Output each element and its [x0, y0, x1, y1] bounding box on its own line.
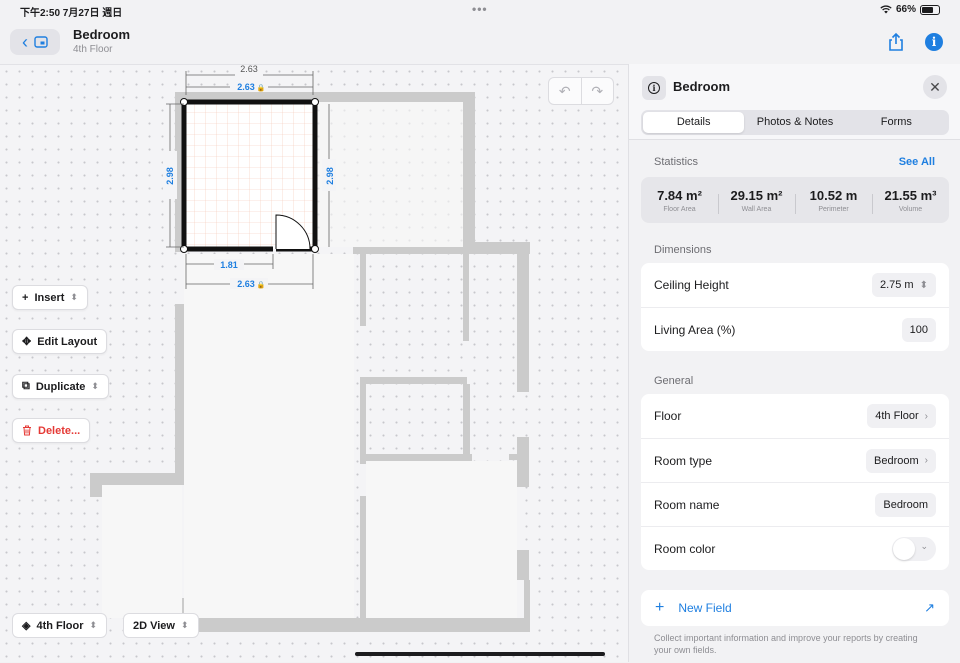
room-name-field[interactable]: Bedroom	[875, 492, 936, 517]
chevron-down-icon: ⌄	[920, 540, 928, 551]
floor-selector[interactable]: ◈ 4th Floor ⬍	[12, 613, 108, 638]
battery-icon	[920, 4, 940, 15]
trash-icon	[23, 425, 31, 436]
living-area-row[interactable]: Living Area (%) 100	[641, 307, 949, 351]
chevron-updown-icon: ⬍	[70, 292, 78, 302]
delete-label: Delete...	[38, 424, 81, 437]
ceiling-height-row[interactable]: Ceiling Height 2.75 m ⬍	[641, 263, 949, 307]
sidebar-toggle-icon	[34, 36, 48, 48]
room-color-row[interactable]: Room color ⌄	[641, 526, 949, 570]
statistics-heading: Statistics	[654, 156, 699, 168]
multitask-dots[interactable]: •••	[472, 2, 488, 16]
living-area-label: Living Area (%)	[654, 322, 736, 337]
dim-right[interactable]: 2.98	[325, 167, 335, 185]
page-subtitle: 4th Floor	[73, 44, 113, 55]
room-color-picker[interactable]: ⌄	[892, 536, 936, 561]
battery-percent: 66%	[895, 4, 916, 15]
room-type-picker[interactable]: Bedroom ›	[866, 448, 936, 473]
floor-label: Floor	[654, 409, 682, 423]
undo-redo-group: ↶ ↷	[548, 77, 614, 105]
ceiling-height-label: Ceiling Height	[654, 278, 729, 292]
tab-details[interactable]: Details	[643, 112, 745, 133]
status-time: 下午2:50 7月27日 週日	[20, 8, 123, 19]
share-icon[interactable]	[886, 32, 906, 52]
view-mode-selector[interactable]: 2D View ⬍	[123, 613, 199, 638]
panel-title: Bedroom	[673, 79, 731, 94]
navigation-bar: ‹ Bedroom 4th Floor i	[0, 20, 960, 64]
move-icon: ✥	[22, 336, 32, 348]
room-name-row[interactable]: Room name Bedroom	[641, 482, 949, 526]
plus-icon: +	[655, 599, 665, 616]
dim-left[interactable]: 2.98	[165, 167, 175, 185]
page-title: Bedroom	[73, 27, 131, 42]
insert-label: Insert	[34, 291, 65, 304]
room-details-panel: i Bedroom ✕ Details Photos & Notes Forms…	[628, 64, 960, 662]
see-all-link[interactable]: See All	[899, 156, 935, 168]
info-icon[interactable]: i	[925, 33, 943, 51]
general-heading: General	[654, 375, 694, 387]
general-card: Floor 4th Floor › Room type Bedroom › Room…	[641, 394, 949, 570]
floor-picker[interactable]: 4th Floor ›	[867, 404, 936, 428]
new-field-label: New Field	[678, 601, 732, 615]
panel-tabs: Details Photos & Notes Forms	[641, 110, 949, 135]
close-icon[interactable]: ✕	[923, 75, 947, 99]
stat-perimeter: 10.52 m Perimeter	[795, 188, 872, 214]
wifi-icon	[880, 5, 892, 14]
lock-icon: 🔒	[257, 84, 266, 92]
chevron-right-icon: ›	[924, 455, 928, 466]
chevron-right-icon: ›	[924, 410, 928, 422]
floor-plan-canvas[interactable]: 2.63 2.63 🔒 2.98 2.98 1.81 2.63 🔒 ↶ ↷ + …	[0, 64, 628, 662]
statistics-card: 7.84 m² Floor Area 29.15 m² Wall Area 10.5…	[641, 177, 949, 223]
selected-room[interactable]	[180, 98, 319, 253]
tab-forms[interactable]: Forms	[846, 112, 947, 133]
ceiling-height-stepper[interactable]: 2.75 m ⬍	[871, 273, 936, 297]
room-type-row[interactable]: Room type Bedroom ›	[641, 438, 949, 482]
lock-icon: 🔒	[257, 281, 266, 289]
arrow-up-right-icon: ↗	[924, 600, 935, 615]
chevron-left-icon: ‹	[22, 31, 28, 52]
dim-top-outer: 2.63	[240, 65, 258, 74]
dimensions-card: Ceiling Height 2.75 m ⬍ Living Area (%) 1…	[641, 263, 949, 351]
floor-selector-label: 4th Floor	[36, 619, 84, 632]
room-color-label: Room color	[654, 541, 716, 556]
info-icon: i	[642, 76, 666, 100]
new-field-hint: Collect important information and improv…	[654, 633, 918, 655]
stat-wall-area: 29.15 m² Wall Area	[718, 188, 795, 214]
stat-volume: 21.55 m³ Volume	[872, 188, 949, 214]
stat-floor-area: 7.84 m² Floor Area	[657, 187, 702, 213]
edit-layout-label: Edit Layout	[37, 335, 98, 348]
layers-icon: ◈	[22, 620, 31, 632]
room-type-label: Room type	[654, 453, 713, 468]
delete-button[interactable]: Delete...	[12, 418, 91, 443]
back-button[interactable]: ‹	[10, 29, 60, 55]
floor-plan[interactable]: 2.63 2.63 🔒 2.98 2.98 1.81 2.63 🔒	[0, 65, 628, 663]
edit-layout-button[interactable]: ✥ Edit Layout	[12, 329, 108, 354]
duplicate-label: Duplicate	[35, 380, 86, 393]
chevron-updown-icon: ⬍	[91, 381, 99, 391]
dimensions-heading: Dimensions	[654, 244, 712, 256]
undo-icon[interactable]: ↶	[549, 78, 582, 104]
plus-icon: +	[22, 291, 29, 304]
chevron-updown-icon: ⬍	[181, 620, 189, 630]
insert-button[interactable]: + Insert ⬍	[12, 285, 88, 310]
view-mode-label: 2D View	[133, 619, 175, 632]
status-bar: 下午2:50 7月27日 週日 ••• 66%	[0, 0, 960, 20]
home-indicator[interactable]	[355, 652, 605, 656]
dim-bottom-outer[interactable]: 2.63	[237, 279, 255, 289]
dim-bottom-inner[interactable]: 1.81	[220, 260, 238, 270]
panel-header: i Bedroom ✕ Details Photos & Notes Forms	[629, 64, 960, 140]
duplicate-button[interactable]: ⧉ Duplicate ⬍	[12, 374, 109, 399]
status-right: 66%	[880, 4, 940, 15]
duplicate-icon: ⧉	[22, 380, 30, 392]
new-field-button[interactable]: + New Field ↗	[641, 590, 949, 626]
redo-icon[interactable]: ↷	[582, 78, 614, 104]
chevron-updown-icon: ⬍	[919, 279, 928, 291]
living-area-field[interactable]: 100	[901, 317, 936, 342]
chevron-updown-icon: ⬍	[89, 620, 98, 630]
dim-top-inner[interactable]: 2.63	[237, 82, 255, 92]
floor-row[interactable]: Floor 4th Floor ›	[641, 394, 949, 438]
room-name-label: Room name	[654, 497, 720, 512]
tab-photos-notes[interactable]: Photos & Notes	[744, 112, 845, 133]
